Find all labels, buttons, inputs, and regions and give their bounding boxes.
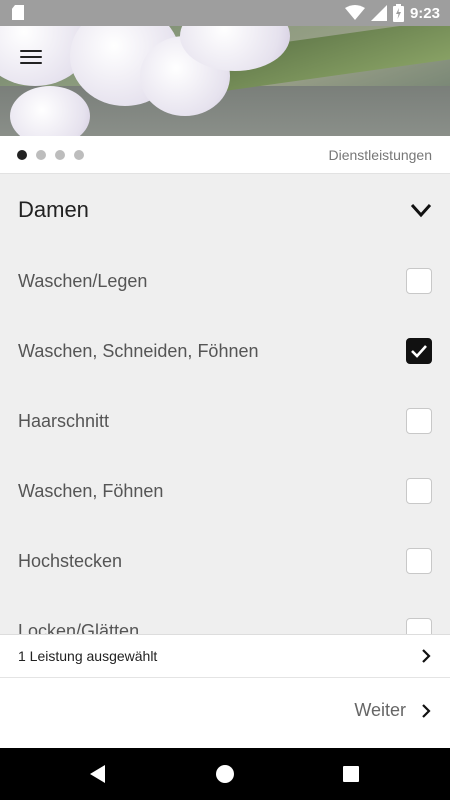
service-label: Locken/Glätten (18, 620, 140, 635)
service-row[interactable]: Haarschnitt (0, 386, 450, 456)
service-row[interactable]: Locken/Glätten (0, 596, 450, 634)
service-list[interactable]: Damen Waschen/Legen Waschen, Schneiden, F… (0, 174, 450, 634)
category-label: Damen (18, 197, 89, 222)
next-button-label: Weiter (354, 700, 406, 720)
service-label: Hochstecken (18, 550, 123, 571)
service-checkbox[interactable] (406, 548, 432, 574)
selection-summary[interactable]: 1 Leistung ausgewählt (0, 634, 450, 678)
selection-summary-label: 1 Leistung ausgewählt (18, 648, 158, 664)
status-time: 9:23 (409, 4, 440, 22)
signal-icon (370, 5, 387, 21)
chevron-down-icon (410, 203, 432, 218)
service-checkbox[interactable] (406, 478, 432, 504)
service-row[interactable]: Hochstecken (0, 526, 450, 596)
recent-apps-icon[interactable] (343, 766, 359, 782)
status-bar: 9:23 (0, 0, 450, 26)
chevron-right-icon (422, 703, 431, 718)
page-title: Dienstleistungen (328, 147, 432, 163)
service-label: Haarschnitt (18, 410, 110, 431)
sd-card-icon (12, 5, 24, 20)
back-icon[interactable] (90, 765, 105, 783)
home-icon[interactable] (216, 765, 234, 783)
page-dot (74, 150, 84, 160)
service-checkbox[interactable] (406, 618, 432, 634)
service-row[interactable]: Waschen, Schneiden, Föhnen (0, 316, 450, 386)
wifi-icon (344, 5, 365, 20)
header-image (0, 26, 450, 136)
page-indicator-bar: Dienstleistungen (0, 136, 450, 174)
page-dot (36, 150, 46, 160)
service-label: Waschen, Föhnen (18, 480, 164, 501)
system-navigation-bar (0, 748, 450, 800)
service-label: Waschen, Schneiden, Föhnen (18, 340, 259, 361)
checkmark-icon (411, 345, 427, 358)
hamburger-menu-icon[interactable] (18, 46, 44, 68)
service-row[interactable]: Waschen/Legen (0, 246, 450, 316)
page-dot (55, 150, 65, 160)
chevron-right-icon (422, 649, 431, 663)
page-dot (17, 150, 27, 160)
footer-bar: Weiter (0, 678, 450, 748)
service-checkbox[interactable] (406, 338, 432, 364)
battery-charging-icon (392, 4, 404, 22)
service-checkbox[interactable] (406, 268, 432, 294)
next-button[interactable]: Weiter (354, 700, 432, 721)
service-checkbox[interactable] (406, 408, 432, 434)
page-dots (17, 150, 84, 160)
category-header-damen[interactable]: Damen (0, 174, 450, 246)
service-label: Waschen/Legen (18, 270, 148, 291)
service-row[interactable]: Waschen, Föhnen (0, 456, 450, 526)
